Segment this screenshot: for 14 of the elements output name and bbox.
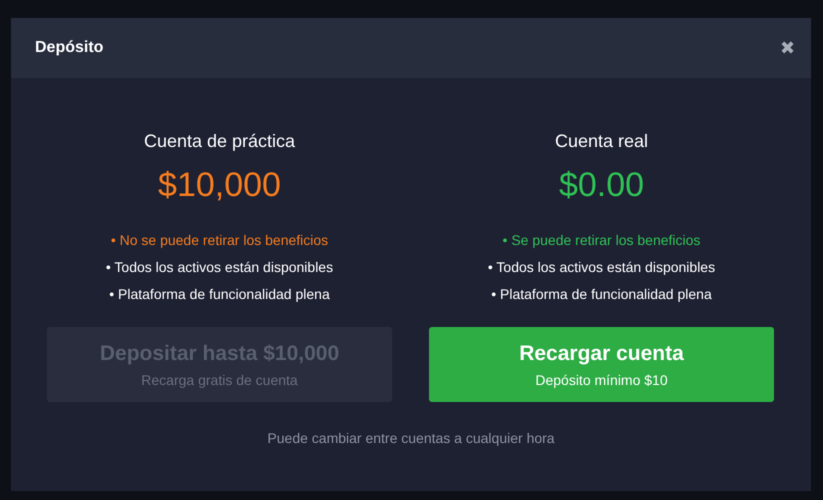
feature-text: • No se puede retirar los beneficios xyxy=(110,231,328,250)
close-button[interactable]: ✖ xyxy=(780,39,795,57)
footer-note: Puede cambiar entre cuentas a cualquier hora xyxy=(266,429,556,448)
feature-text: • Plataforma de funcionalidad plena xyxy=(109,285,330,304)
account-name: Cuenta real xyxy=(554,130,648,153)
account-name: Cuenta de práctica xyxy=(144,130,296,153)
feature-text: • Se puede retirar los beneficios xyxy=(502,231,700,250)
feature-text: • Todos los activos están disponibles xyxy=(488,258,716,277)
recharge-button[interactable]: Recargar cuenta Depósito mínimo $10 xyxy=(429,327,774,402)
feature-text: • Todos los activos están disponibles xyxy=(106,258,334,277)
feature-text: • Plataforma de funcionalidad plena xyxy=(491,285,712,304)
dialog-title: Depósito xyxy=(35,38,104,58)
account-balance: $10,000 xyxy=(158,165,281,206)
account-balance: $0.00 xyxy=(558,165,644,206)
